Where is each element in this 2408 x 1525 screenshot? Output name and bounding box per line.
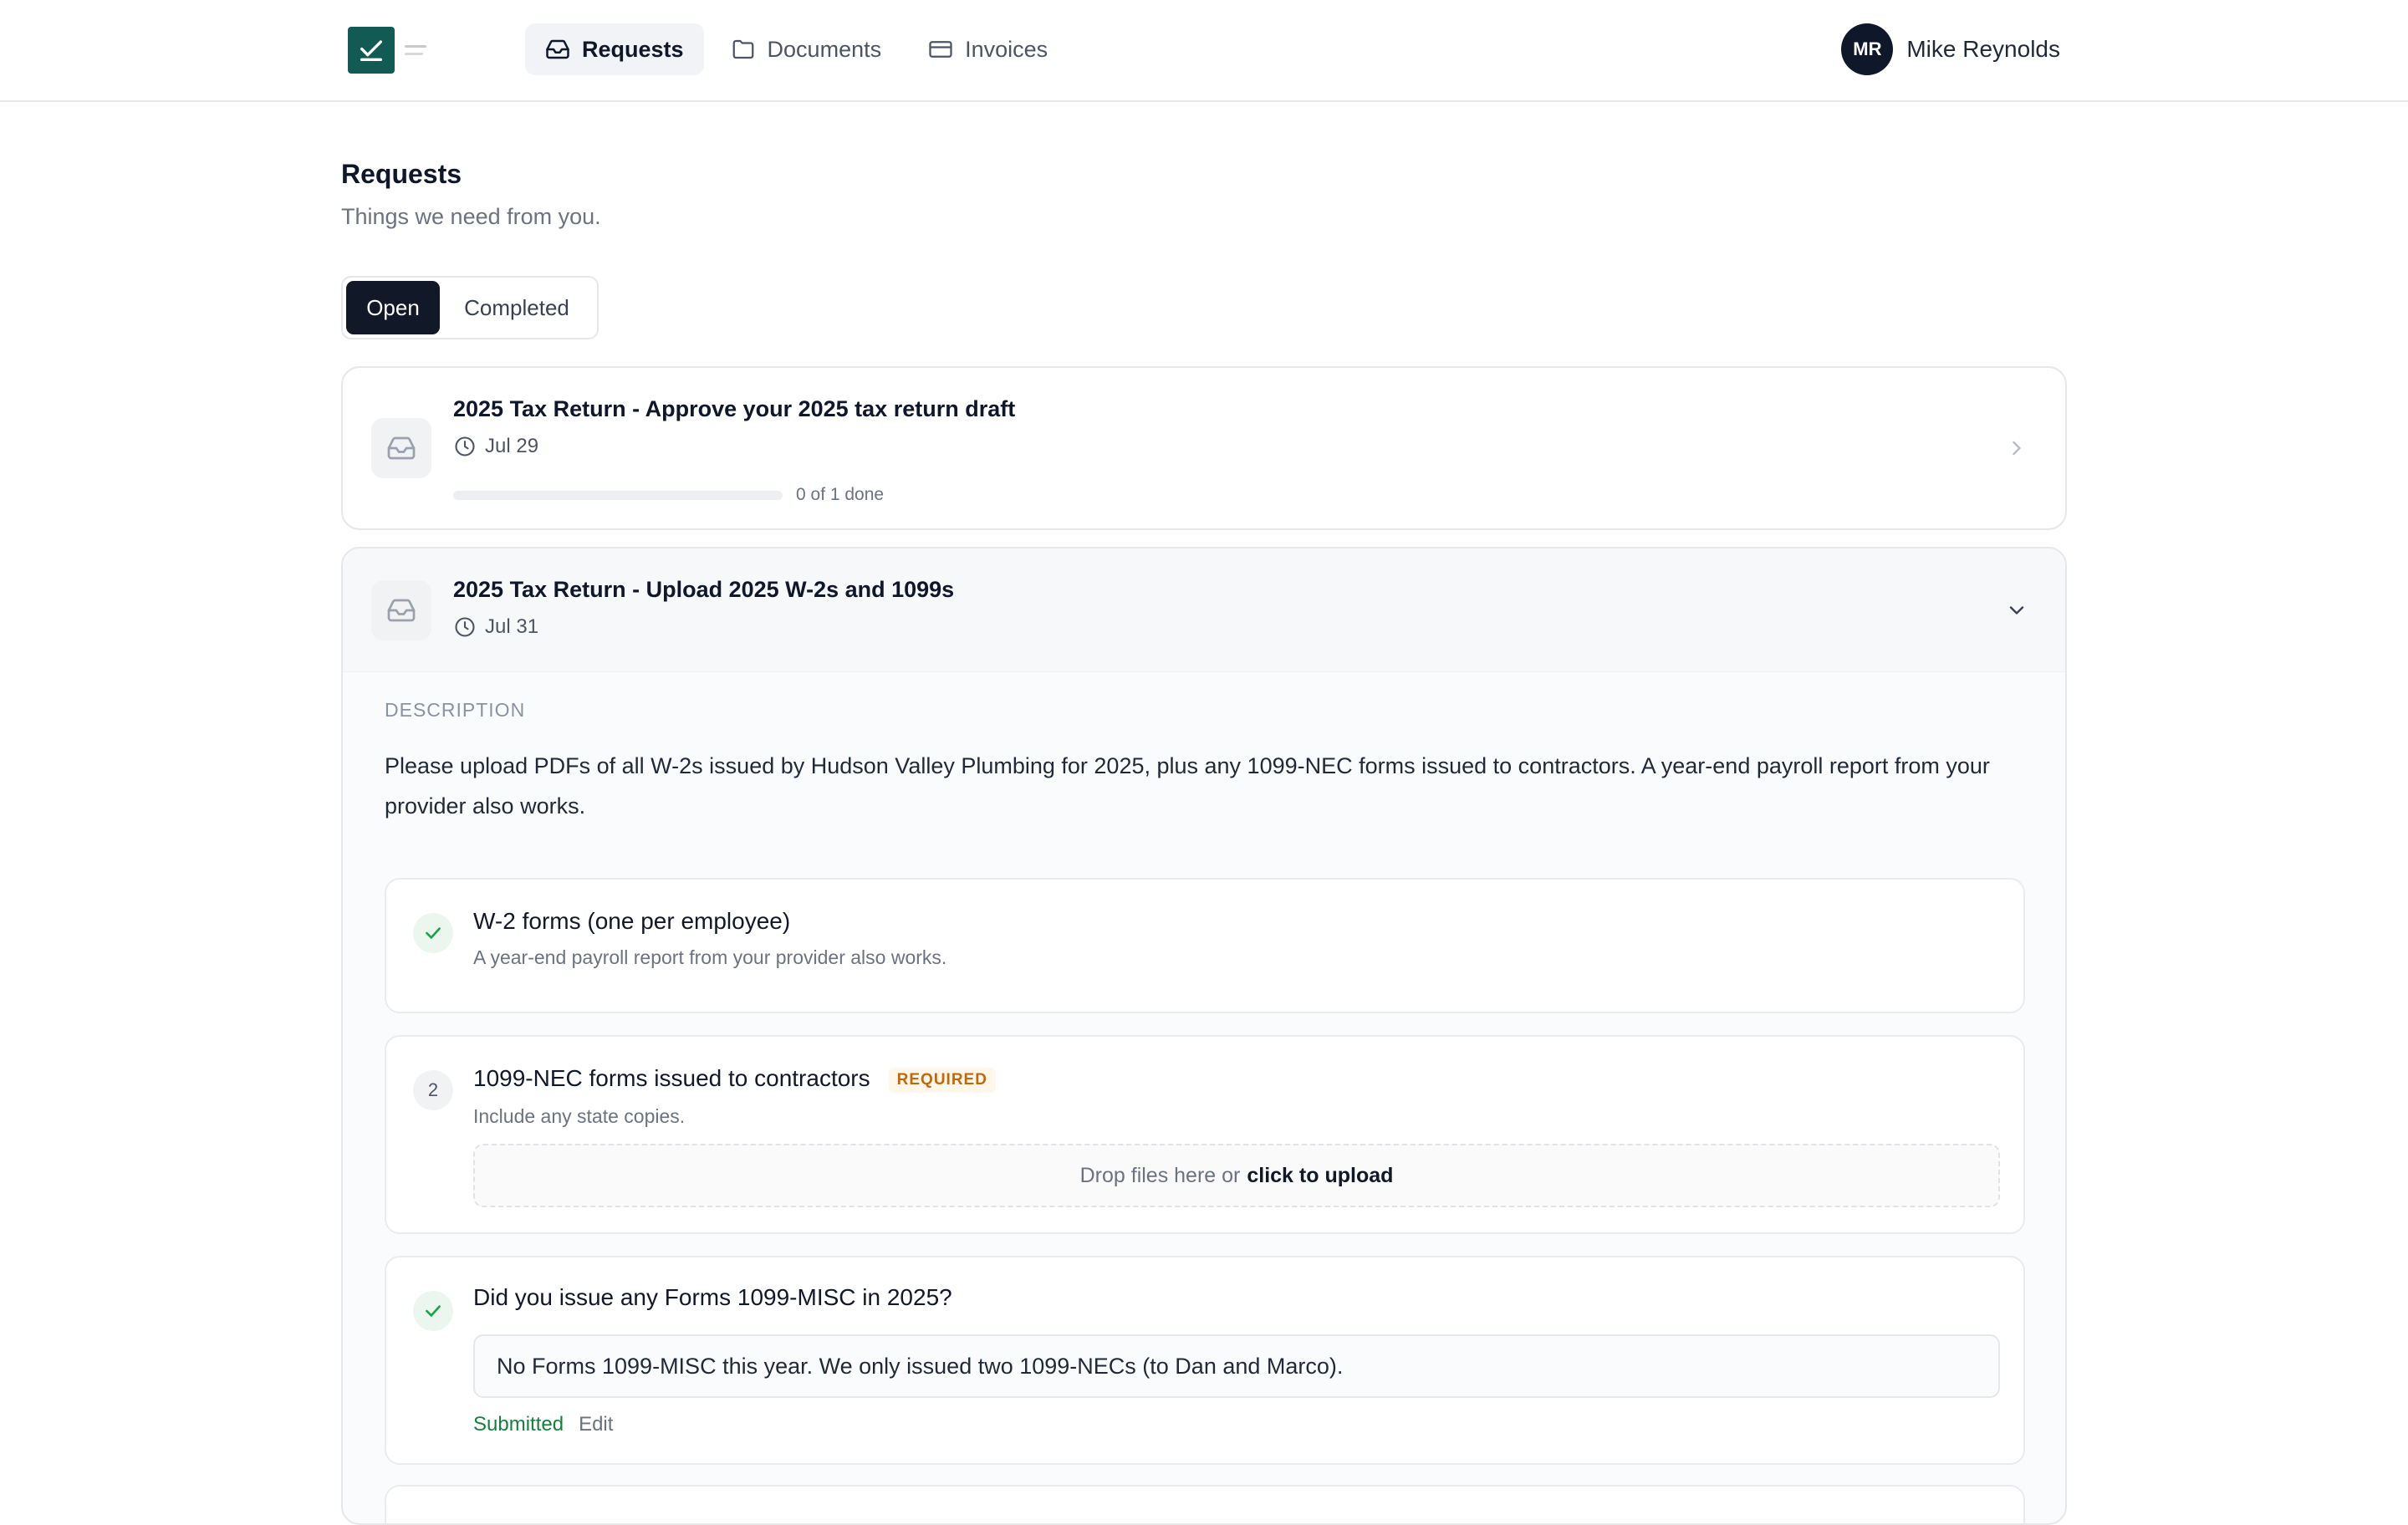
request-header[interactable]: 2025 Tax Return - Upload 2025 W-2s and 1… [343,548,2065,672]
request-tile [371,580,431,640]
request-card-expanded: 2025 Tax Return - Upload 2025 W-2s and 1… [341,547,2067,1525]
step-number-badge: 2 [413,1070,453,1110]
required-tag: REQUIRED [888,1067,996,1093]
user-menu[interactable]: MR Mike Reynolds [1841,23,2060,75]
nav-tab-label: Invoices [965,36,1048,62]
logo-check-icon [348,27,395,74]
logo-wordmark [405,45,426,55]
completed-badge [413,913,453,953]
checklist-item: Did you issue any Forms 1099-MISC in 202… [385,1256,2025,1465]
page-subtitle: Things we need from you. [341,204,601,229]
filter-completed-button[interactable]: Completed [443,281,590,334]
main-nav: Requests Documents Invoices [525,23,1068,75]
description-label: DESCRIPTION [385,699,526,721]
check-icon [426,1305,441,1317]
nav-tab-label: Documents [767,36,882,62]
item-title-row: 1099-NEC forms issued to contractors REQU… [473,1065,996,1093]
upload-link[interactable]: click to upload [1247,1164,1393,1188]
request-card[interactable]: 2025 Tax Return - Approve your 2025 tax … [341,366,2067,530]
user-name: Mike Reynolds [1906,36,2060,62]
checklist-item: 2 1099-NEC forms issued to contractors RE… [385,1035,2025,1234]
item-title: Did you issue any Forms 1099-MISC in 202… [473,1284,952,1310]
due-date: Jul 29 [453,435,538,458]
check-icon [426,927,441,939]
folder-icon [732,39,753,59]
logo[interactable] [348,27,426,74]
chevron-down-icon[interactable] [2005,599,2028,622]
top-bar: Requests Documents Invoices MR Mike Reyn… [0,0,2408,102]
due-date-text: Jul 31 [485,615,539,638]
card-icon [929,41,952,58]
request-tile [371,418,431,478]
progress-bar [453,490,783,500]
description-text: Please upload PDFs of all W-2s issued by… [385,753,1990,819]
inbox-icon [387,599,416,622]
item-subtitle: Include any state copies. [473,1105,686,1127]
checklist-item: W-2 forms (one per employee) A year-end … [385,878,2025,1013]
nav-tab-requests[interactable]: Requests [525,23,704,75]
filter-open-button[interactable]: Open [346,281,440,334]
due-date: Jul 31 [453,615,538,639]
clock-icon [455,436,475,456]
answer-status-row: Submitted Edit [473,1413,613,1436]
nav-tab-label: Requests [582,36,684,62]
item-title: 1099-NEC forms issued to contractors [473,1065,870,1091]
file-dropzone[interactable]: Drop files here or click to upload [473,1144,2000,1207]
submitted-status: Submitted [473,1413,564,1436]
item-subtitle: A year-end payroll report from your prov… [473,946,947,968]
edit-button[interactable]: Edit [579,1413,613,1436]
chevron-right-icon [2013,441,2021,456]
answer-field: No Forms 1099-MISC this year. We only is… [473,1334,2000,1398]
clock-icon [455,617,475,637]
dropzone-text: Drop files here or [1079,1163,1241,1187]
avatar: MR [1841,23,1894,75]
request-title: 2025 Tax Return - Approve your 2025 tax … [453,396,1016,421]
due-date-text: Jul 29 [485,435,539,457]
page-title: Requests [341,159,462,189]
nav-tab-documents[interactable]: Documents [711,23,902,75]
inbox-icon [387,436,416,460]
inbox-icon [546,39,569,59]
request-progress: 0 of 1 done [453,485,884,505]
item-title: W-2 forms (one per employee) [473,908,791,934]
request-title: 2025 Tax Return - Upload 2025 W-2s and 1… [453,577,955,602]
nav-tab-invoices[interactable]: Invoices [908,23,1068,75]
completed-badge [413,1291,453,1331]
progress-text: 0 of 1 done [796,485,885,504]
status-filter: Open Completed [341,276,599,339]
checklist-item [385,1485,2025,1523]
